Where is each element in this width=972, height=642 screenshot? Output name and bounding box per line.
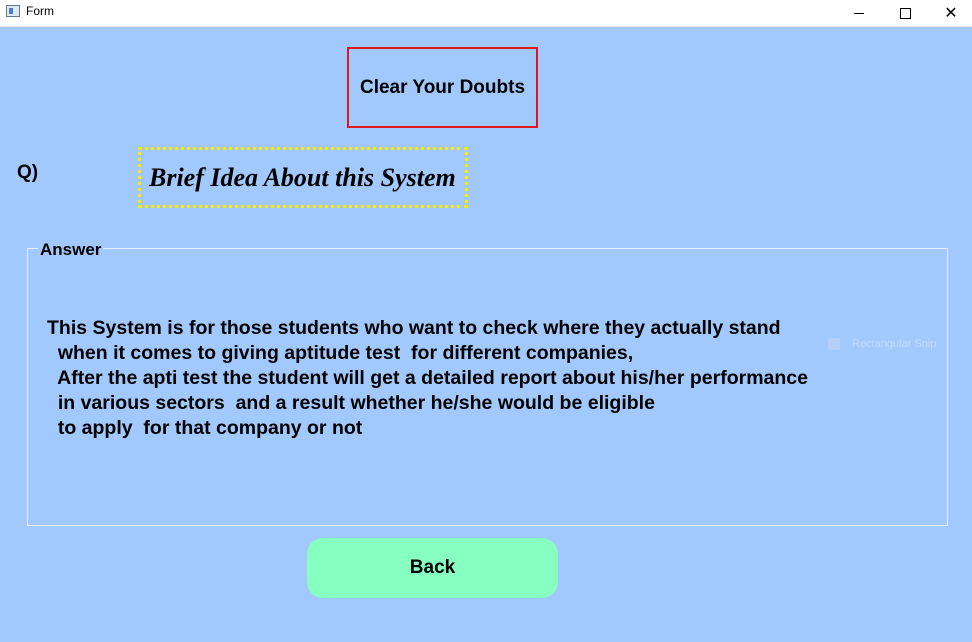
question-text: Brief Idea About this System bbox=[138, 147, 468, 208]
minimize-button[interactable] bbox=[836, 0, 882, 26]
question-label: Q) bbox=[17, 162, 39, 183]
close-icon: ✕ bbox=[944, 3, 958, 22]
snip-overlay: Rectangular Snip bbox=[828, 338, 936, 350]
maximize-button[interactable] bbox=[882, 0, 928, 26]
answer-group-title: Answer bbox=[38, 240, 104, 260]
maximize-icon bbox=[899, 7, 911, 19]
answer-text: This System is for those students who wa… bbox=[47, 317, 808, 439]
app-icon bbox=[6, 5, 20, 17]
page-title: Clear Your Doubts bbox=[347, 47, 538, 128]
window-title: Form bbox=[26, 4, 54, 18]
minimize-icon bbox=[854, 12, 864, 14]
back-button[interactable]: Back bbox=[307, 538, 558, 598]
close-button[interactable]: ✕ bbox=[928, 0, 972, 26]
answer-groupbox: Answer This System is for those students… bbox=[27, 240, 948, 526]
window-titlebar: Form ✕ bbox=[0, 0, 972, 27]
snip-icon bbox=[828, 338, 840, 350]
snip-label: Rectangular Snip bbox=[852, 338, 937, 350]
